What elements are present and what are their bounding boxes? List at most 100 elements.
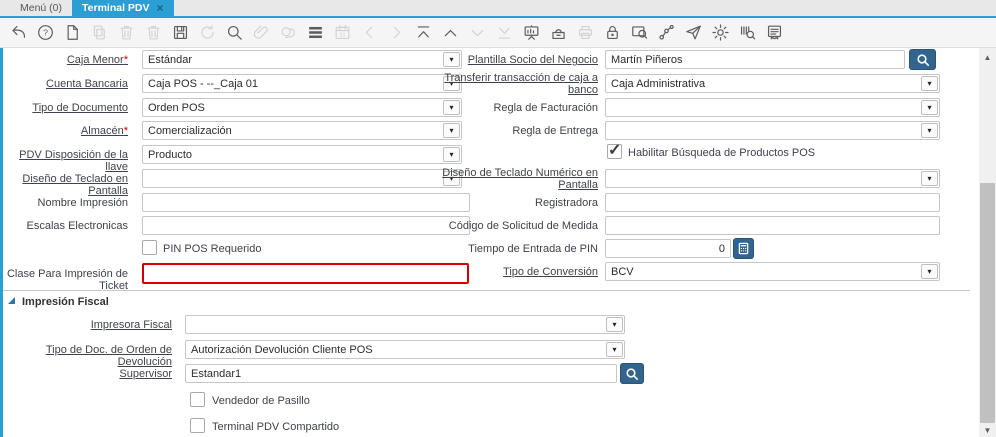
product-info-icon[interactable] — [738, 23, 757, 42]
tipo-conversion-select[interactable]: BCV ▾ — [605, 262, 940, 281]
tab-strip: Menú (0) Terminal PDV × — [0, 0, 996, 18]
dropdown-arrow-icon[interactable]: ▾ — [921, 264, 938, 279]
collapse-group-icon[interactable] — [8, 297, 15, 304]
tab-terminal-pdv[interactable]: Terminal PDV × — [72, 0, 174, 16]
impresora-fiscal-select[interactable]: ▾ — [185, 315, 625, 334]
scroll-up-icon[interactable]: ▲ — [979, 50, 996, 64]
grid-toggle-icon[interactable] — [306, 23, 325, 42]
habilitar-busqueda-checkbox[interactable] — [607, 140, 622, 160]
terminal-compartido-label: Terminal PDV Compartido — [212, 421, 340, 433]
cuenta-bancaria-label[interactable]: Cuenta Bancaria — [0, 78, 128, 90]
workflow-window-icon[interactable] — [522, 23, 541, 42]
first-record-icon[interactable] — [414, 23, 433, 42]
tipo-doc-devolucion-label[interactable]: Tipo de Doc. de Orden de Devolución — [0, 344, 172, 368]
close-tab-icon[interactable]: × — [157, 2, 164, 14]
tipo-documento-label[interactable]: Tipo de Documento — [0, 102, 128, 114]
codigo-solicitud-input[interactable] — [605, 216, 940, 235]
escalas-input[interactable] — [142, 216, 470, 235]
dropdown-arrow-icon[interactable]: ▾ — [921, 76, 938, 91]
regla-facturacion-select[interactable]: ▾ — [605, 98, 940, 117]
plantilla-socio-input[interactable] — [605, 50, 905, 69]
regla-entrega-select[interactable]: ▾ — [605, 121, 940, 140]
supervisor-input[interactable] — [185, 364, 617, 383]
clase-ticket-input[interactable] — [142, 263, 469, 284]
pin-requerido-checkbox[interactable] — [142, 240, 157, 255]
nombre-impresion-input[interactable] — [142, 193, 470, 212]
supervisor-label[interactable]: Supervisor — [0, 368, 172, 380]
tiempo-pin-calculator-button[interactable] — [733, 238, 754, 259]
diseno-teclado-num-select[interactable]: ▾ — [605, 169, 940, 188]
tab-menu[interactable]: Menú (0) — [10, 0, 72, 16]
pdv-disposicion-select[interactable]: Producto ▾ — [142, 145, 462, 164]
process-icon[interactable] — [711, 23, 730, 42]
chat-icon — [279, 23, 298, 42]
next-record-icon — [387, 23, 406, 42]
refresh-icon — [198, 23, 217, 42]
scroll-down-icon[interactable]: ▼ — [979, 423, 996, 437]
check-workflow-icon[interactable] — [657, 23, 676, 42]
report-icon[interactable] — [765, 23, 784, 42]
tab-menu-label: Menú (0) — [20, 2, 63, 14]
toolbar — [0, 18, 996, 48]
tiempo-pin-label: Tiempo de Entrada de PIN — [468, 243, 598, 255]
pin-requerido-label: PIN POS Requerido — [163, 243, 262, 255]
regla-entrega-label: Regla de Entrega — [512, 125, 598, 137]
dropdown-arrow-icon[interactable]: ▾ — [921, 171, 938, 186]
registradora-label: Registradora — [535, 197, 598, 209]
delete-selection-icon — [144, 23, 163, 42]
regla-facturacion-label: Regla de Facturación — [493, 102, 598, 114]
diseno-teclado-select[interactable]: ▾ — [142, 169, 462, 188]
dropdown-arrow-icon[interactable]: ▾ — [606, 342, 623, 357]
transferir-label[interactable]: Transferir transacción de caja a banco — [440, 72, 598, 96]
find-icon[interactable] — [225, 23, 244, 42]
habilitar-busqueda-label: Habilitar Búsqueda de Productos POS — [628, 147, 816, 159]
tab-terminal-pdv-label: Terminal PDV — [82, 2, 150, 14]
previous-record-icon — [360, 23, 379, 42]
dropdown-arrow-icon[interactable]: ▾ — [921, 100, 938, 115]
parent-record-icon[interactable] — [441, 23, 460, 42]
request-icon[interactable] — [684, 23, 703, 42]
transferir-select[interactable]: Caja Administrativa ▾ — [605, 74, 940, 93]
tipo-conversion-label[interactable]: Tipo de Conversión — [440, 266, 598, 278]
clase-ticket-label: Clase Para Impresión de Ticket — [6, 268, 128, 292]
dropdown-arrow-icon[interactable]: ▾ — [606, 317, 623, 332]
dropdown-arrow-icon[interactable]: ▾ — [921, 123, 938, 138]
zoom-across-icon[interactable] — [630, 23, 649, 42]
archive-icon[interactable] — [549, 23, 568, 42]
scrollbar-thumb[interactable] — [980, 183, 995, 423]
almacen-label[interactable]: Almacén* — [0, 125, 128, 137]
help-icon[interactable] — [36, 23, 55, 42]
search-icon — [625, 367, 639, 381]
attachment-icon — [252, 23, 271, 42]
terminal-pdv-form: Caja Menor* Estándar ▾ Plantilla Socio de… — [0, 48, 996, 437]
diseno-teclado-label[interactable]: Diseño de Teclado en Pantalla — [0, 173, 128, 197]
tiempo-pin-input[interactable] — [605, 239, 731, 258]
supervisor-search-button[interactable] — [620, 363, 644, 384]
save-icon[interactable] — [171, 23, 190, 42]
plantilla-socio-label[interactable]: Plantilla Socio del Negocio — [440, 54, 598, 66]
diseno-teclado-num-label[interactable]: Diseño de Teclado Numérico en Pantalla — [440, 167, 598, 191]
caja-menor-select[interactable]: Estándar ▾ — [142, 50, 462, 69]
caja-menor-label[interactable]: Caja Menor* — [0, 54, 128, 66]
delete-record-icon — [117, 23, 136, 42]
tipo-doc-devolucion-select[interactable]: Autorización Devolución Cliente POS ▾ — [185, 340, 625, 359]
undo-icon[interactable] — [9, 23, 28, 42]
pdv-disposicion-label[interactable]: PDV Disposición de la llave — [0, 149, 128, 173]
lock-icon[interactable] — [603, 23, 622, 42]
print-icon — [576, 23, 595, 42]
cuenta-bancaria-select[interactable]: Caja POS - --_Caja 01 ▾ — [142, 74, 462, 93]
escalas-label: Escalas Electronicas — [26, 220, 129, 232]
tipo-documento-select[interactable]: Orden POS ▾ — [142, 98, 462, 117]
codigo-solicitud-label: Código de Solicitud de Medida — [448, 220, 598, 232]
registradora-input[interactable] — [605, 193, 940, 212]
plantilla-socio-search-button[interactable] — [909, 49, 936, 70]
vendedor-pasillo-checkbox[interactable] — [190, 392, 205, 407]
vertical-scrollbar[interactable]: ▲ ▼ — [979, 48, 996, 437]
almacen-select[interactable]: Comercialización ▾ — [142, 121, 462, 140]
copy-record-icon — [90, 23, 109, 42]
dropdown-arrow-icon[interactable]: ▾ — [443, 147, 460, 162]
new-record-icon[interactable] — [63, 23, 82, 42]
terminal-compartido-checkbox[interactable] — [190, 418, 205, 433]
required-asterisk: * — [123, 125, 128, 137]
impresora-fiscal-label[interactable]: Impresora Fiscal — [0, 319, 172, 331]
